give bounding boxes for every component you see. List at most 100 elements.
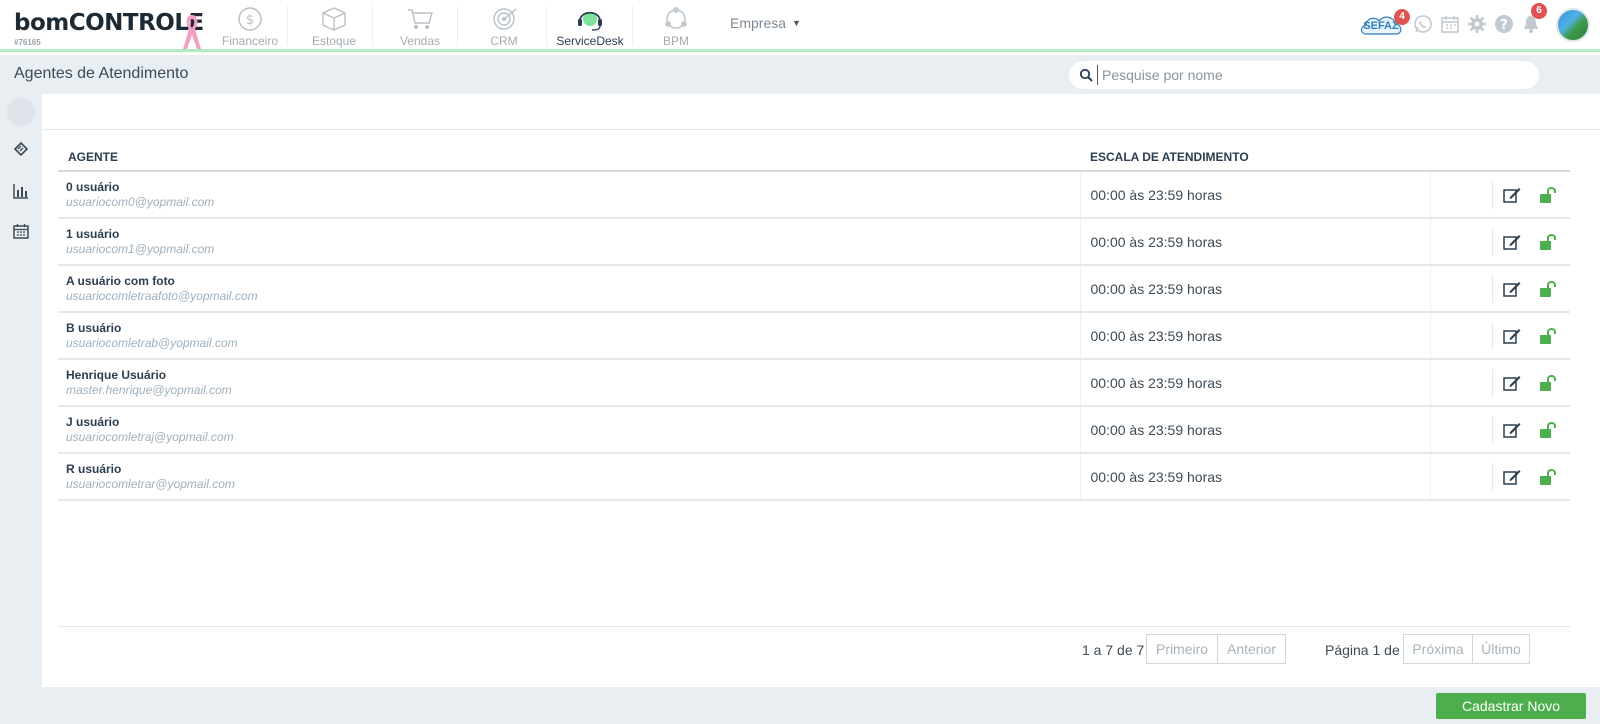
module-label: Vendas <box>399 34 441 48</box>
calendar-icon[interactable] <box>1440 14 1460 34</box>
shopping-cart-icon <box>408 9 433 29</box>
collapse-toggle[interactable] <box>7 98 35 126</box>
actions-cell <box>1430 312 1570 360</box>
edit-icon[interactable] <box>1503 187 1521 203</box>
row-actions <box>1492 274 1564 303</box>
calendar-icon[interactable] <box>12 222 30 240</box>
table-row: Henrique Usuário master.henrique@yopmail.… <box>58 359 1570 407</box>
agent-cell: 0 usuário usuariocom0@yopmail.com <box>58 171 1081 219</box>
whatsapp-icon[interactable] <box>1413 14 1433 34</box>
search-icon <box>1079 68 1093 82</box>
column-header-agent[interactable]: AGENTE <box>58 142 1080 172</box>
actions-cell <box>1430 171 1570 219</box>
row-actions <box>1492 321 1564 350</box>
first-page-button[interactable]: Primeiro <box>1146 634 1218 664</box>
module-bpm[interactable]: BPM <box>640 4 712 48</box>
module-financeiro[interactable]: $ Financeiro <box>214 4 286 48</box>
search-box[interactable] <box>1069 61 1539 89</box>
schedule-cell: 00:00 às 23:59 horas <box>1080 265 1431 313</box>
next-page-button[interactable]: Próxima <box>1403 634 1473 664</box>
row-actions <box>1492 462 1564 491</box>
agent-cell: B usuário usuariocomletrab@yopmail.com <box>58 312 1081 360</box>
top-navbar: bomCONTROLE #76165 $ Financeiro Estoque … <box>0 0 1600 52</box>
column-header-schedule[interactable]: ESCALA DE ATENDIMENTO <box>1080 142 1430 172</box>
table-row: 0 usuário usuariocom0@yopmail.com 00:00 às… <box>58 171 1570 219</box>
module-label: CRM <box>490 34 518 48</box>
dollar-coin-icon: $ <box>238 7 262 31</box>
edit-icon[interactable] <box>1503 328 1521 344</box>
table-header-row: AGENTE ESCALA DE ATENDIMENTO <box>58 142 1570 172</box>
edit-icon[interactable] <box>1503 234 1521 250</box>
agent-email: usuariocomletrar@yopmail.com <box>66 476 235 491</box>
divider <box>42 129 1600 130</box>
module-servicedesk[interactable]: ServiceDesk <box>552 4 628 48</box>
row-actions <box>1492 227 1564 256</box>
unlock-icon[interactable] <box>1539 327 1557 345</box>
ticket-icon[interactable] <box>12 140 30 158</box>
account-id: #76165 <box>14 38 41 47</box>
unlock-icon[interactable] <box>1539 421 1557 439</box>
company-dropdown[interactable]: Empresa ▼ <box>730 15 801 31</box>
agent-name: R usuário <box>66 461 122 476</box>
notifications-badge: 6 <box>1531 3 1547 19</box>
agent-email: usuariocomletraafoto@yopmail.com <box>66 288 258 303</box>
schedule-cell: 00:00 às 23:59 horas <box>1080 359 1431 407</box>
title-bar: Agentes de Atendimento <box>0 55 1600 94</box>
module-label: BPM <box>662 34 689 48</box>
agent-name: J usuário <box>66 414 120 429</box>
actions-cell <box>1430 453 1570 501</box>
unlock-icon[interactable] <box>1539 233 1557 251</box>
column-header-actions <box>1430 142 1570 172</box>
last-page-button[interactable]: Último <box>1472 634 1530 664</box>
gear-icon[interactable] <box>1467 14 1487 34</box>
page-info: Página 1 de 1 <box>1325 642 1412 658</box>
module-label: Financeiro <box>221 34 279 48</box>
unlock-icon[interactable] <box>1539 374 1557 392</box>
edit-icon[interactable] <box>1503 281 1521 297</box>
svg-text:$: $ <box>246 13 254 28</box>
edit-icon[interactable] <box>1503 469 1521 485</box>
unlock-icon[interactable] <box>1539 280 1557 298</box>
module-vendas[interactable]: Vendas <box>384 4 456 48</box>
unlock-icon[interactable] <box>1539 186 1557 204</box>
edit-icon[interactable] <box>1503 422 1521 438</box>
user-avatar[interactable] <box>1556 8 1590 42</box>
table-row: J usuário usuariocomletraj@yopmail.com 00:… <box>58 406 1570 454</box>
module-crm[interactable]: CRM <box>468 4 540 48</box>
table-row: 1 usuário usuariocom1@yopmail.com 00:00 às… <box>58 218 1570 266</box>
table-row: R usuário usuariocomletrar@yopmail.com 00:… <box>58 453 1570 501</box>
agent-cell: Henrique Usuário master.henrique@yopmail.… <box>58 359 1081 407</box>
schedule-cell: 00:00 às 23:59 horas <box>1080 312 1431 360</box>
schedule-cell: 00:00 às 23:59 horas <box>1080 218 1431 266</box>
agent-email: usuariocomletraj@yopmail.com <box>66 429 234 444</box>
row-actions <box>1492 180 1564 209</box>
target-icon <box>493 8 517 30</box>
agent-name: 1 usuário <box>66 226 120 241</box>
create-new-button[interactable]: Cadastrar Novo <box>1436 693 1586 719</box>
module-estoque[interactable]: Estoque <box>298 4 370 48</box>
schedule-cell: 00:00 às 23:59 horas <box>1080 453 1431 501</box>
agent-email: usuariocomletrab@yopmail.com <box>66 335 238 350</box>
svg-text:?: ? <box>1500 18 1508 33</box>
previous-page-button[interactable]: Anterior <box>1217 634 1286 664</box>
agent-cell: J usuário usuariocomletraj@yopmail.com <box>58 406 1081 454</box>
divider <box>58 626 1570 627</box>
module-label: ServiceDesk <box>556 34 624 48</box>
help-icon[interactable]: ? <box>1494 14 1514 34</box>
agents-table: AGENTE ESCALA DE ATENDIMENTO 0 usuário us… <box>58 142 1570 501</box>
left-rail <box>0 94 42 724</box>
agent-email: usuariocom1@yopmail.com <box>66 241 215 256</box>
unlock-icon[interactable] <box>1539 468 1557 486</box>
pink-ribbon-icon <box>183 15 201 49</box>
edit-icon[interactable] <box>1503 375 1521 391</box>
sefaz-badge: 4 <box>1394 9 1410 25</box>
actions-cell <box>1430 218 1570 266</box>
agent-name: 0 usuário <box>66 179 120 194</box>
bar-chart-icon[interactable] <box>12 182 30 200</box>
process-icon <box>665 7 687 29</box>
agent-name: A usuário com foto <box>66 273 175 288</box>
search-input[interactable] <box>1097 65 1517 85</box>
app-logo[interactable]: bomCONTROLE <box>14 10 204 36</box>
row-actions <box>1492 368 1564 397</box>
agent-name: Henrique Usuário <box>66 367 167 382</box>
